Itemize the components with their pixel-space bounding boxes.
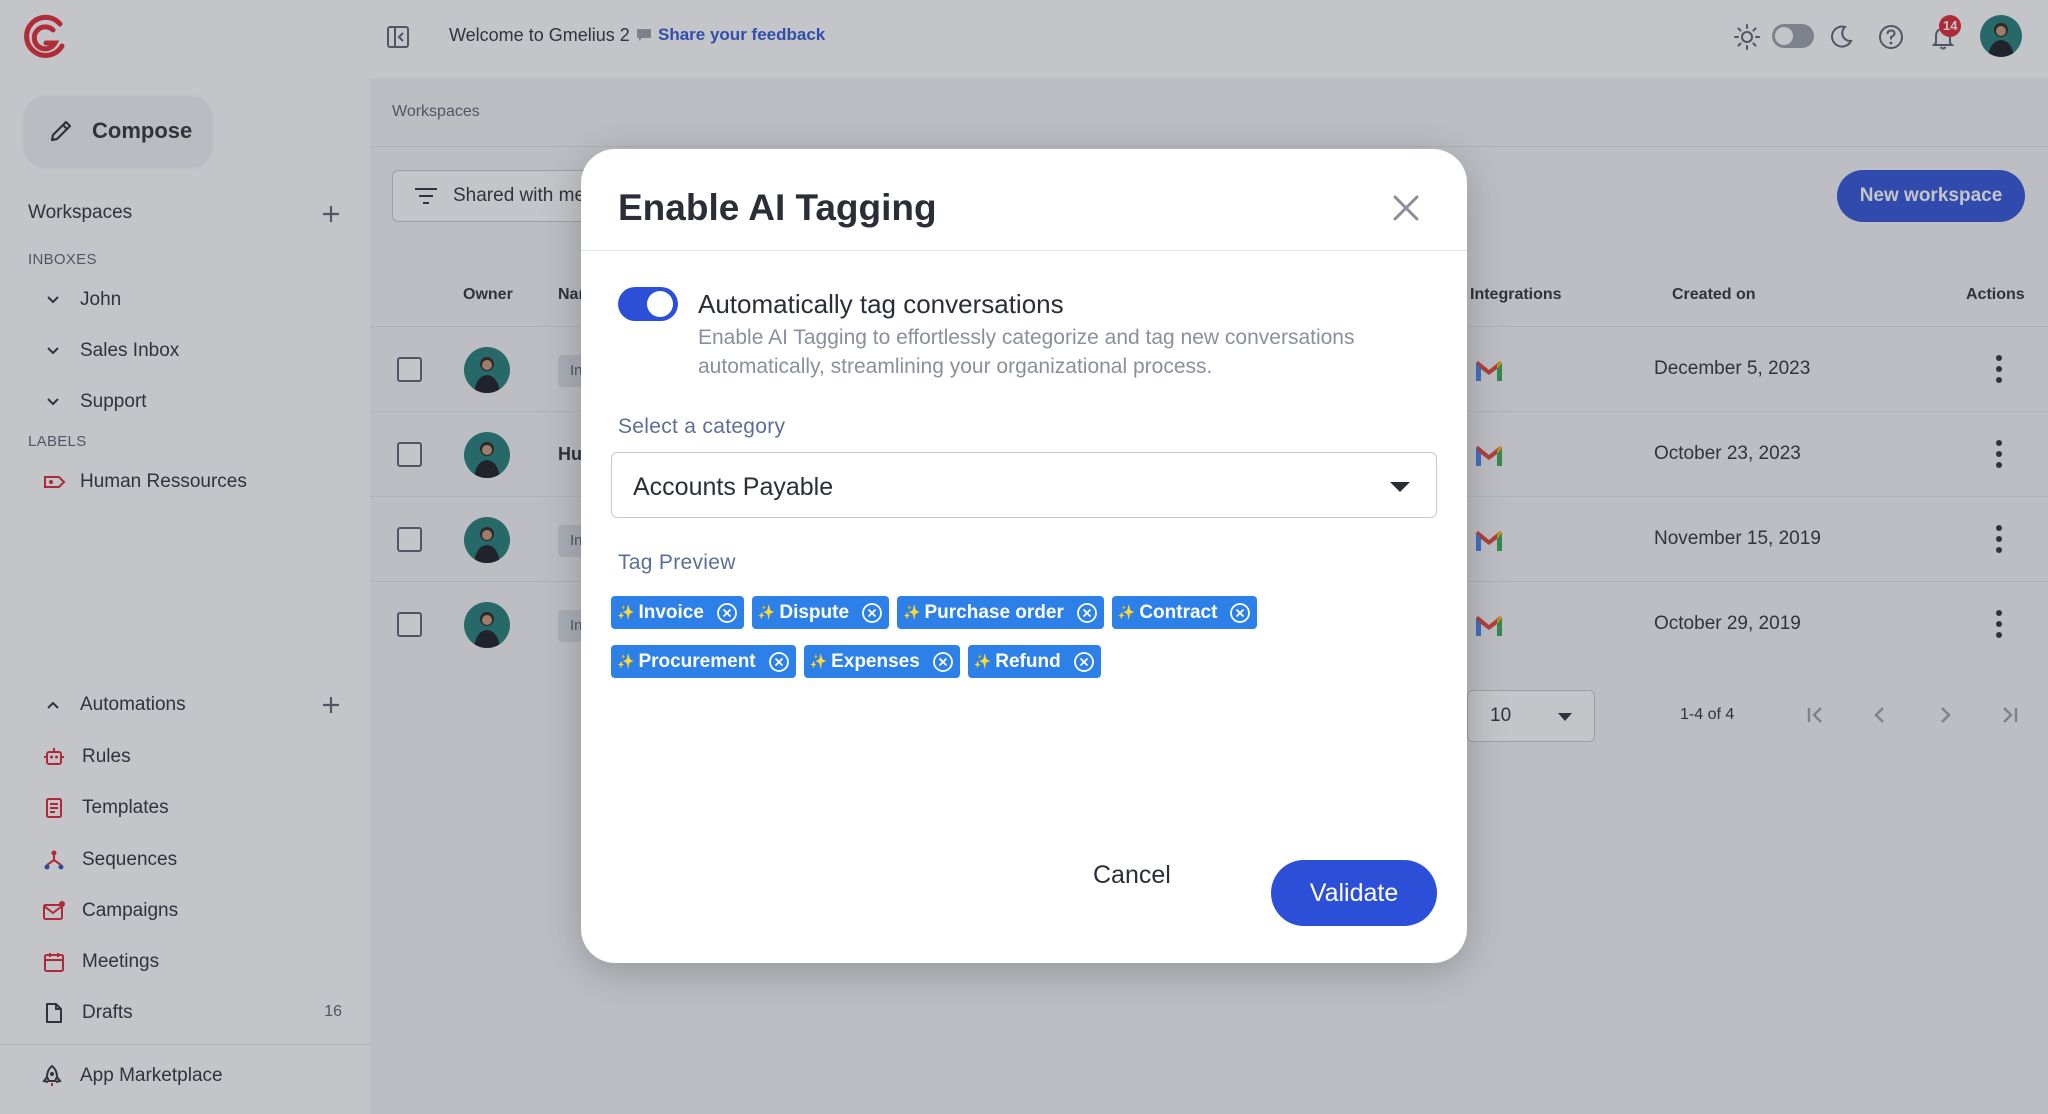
tag-label: Expenses (831, 650, 920, 672)
auto-tag-description: Enable AI Tagging to effortlessly catego… (698, 326, 1355, 378)
tag-label: Contract (1139, 601, 1218, 623)
validate-button[interactable]: Validate (1271, 860, 1437, 926)
category-select[interactable]: Accounts Payable (611, 452, 1437, 518)
dialog-divider (581, 250, 1467, 251)
sparkle-icon: ✨ (617, 604, 635, 620)
sparkle-icon: ✨ (973, 653, 992, 669)
tag-chip: ✨ Expenses (803, 645, 960, 678)
remove-tag-icon[interactable] (768, 651, 790, 673)
tag-label: Procurement (638, 650, 756, 672)
tag-label: Refund (995, 650, 1061, 672)
tag-chip: ✨ Procurement (611, 645, 796, 678)
sparkle-icon: ✨ (617, 653, 635, 669)
tag-chip: ✨ Refund (967, 645, 1101, 678)
close-icon[interactable] (1389, 191, 1423, 225)
category-value: Accounts Payable (633, 473, 834, 501)
sparkle-icon: ✨ (1117, 604, 1136, 620)
caret-down-icon (1390, 482, 1410, 492)
remove-tag-icon[interactable] (1073, 651, 1095, 673)
tag-chip: ✨ Dispute (751, 596, 890, 629)
toggle-knob (647, 291, 673, 317)
auto-tag-label: Automatically tag conversations (698, 289, 1064, 319)
remove-tag-icon[interactable] (1229, 602, 1251, 624)
remove-tag-icon[interactable] (1076, 602, 1098, 624)
dialog-title: Enable AI Tagging (618, 187, 937, 228)
tag-label: Invoice (638, 601, 704, 623)
remove-tag-icon[interactable] (716, 602, 738, 624)
auto-tag-toggle[interactable] (618, 287, 678, 321)
enable-ai-tagging-dialog: Enable AI Tagging Automatically tag conv… (581, 149, 1467, 963)
tag-preview-list: ✨ Invoice ✨ Dispute ✨ Purchase order ✨ Contr… (611, 596, 1441, 678)
tag-chip: ✨ Purchase order (897, 596, 1104, 629)
tag-preview-label: Tag Preview (618, 551, 736, 574)
cancel-button[interactable]: Cancel (1093, 861, 1171, 890)
remove-tag-icon[interactable] (932, 651, 954, 673)
tag-label: Dispute (779, 601, 850, 623)
tag-chip: ✨ Contract (1111, 596, 1258, 629)
sparkle-icon: ✨ (809, 653, 828, 669)
category-label: Select a category (618, 415, 786, 438)
tag-label: Purchase order (924, 601, 1064, 623)
remove-tag-icon[interactable] (861, 602, 883, 624)
sparkle-icon: ✨ (903, 604, 921, 620)
tag-chip: ✨ Invoice (611, 596, 744, 629)
sparkle-icon: ✨ (757, 604, 776, 620)
